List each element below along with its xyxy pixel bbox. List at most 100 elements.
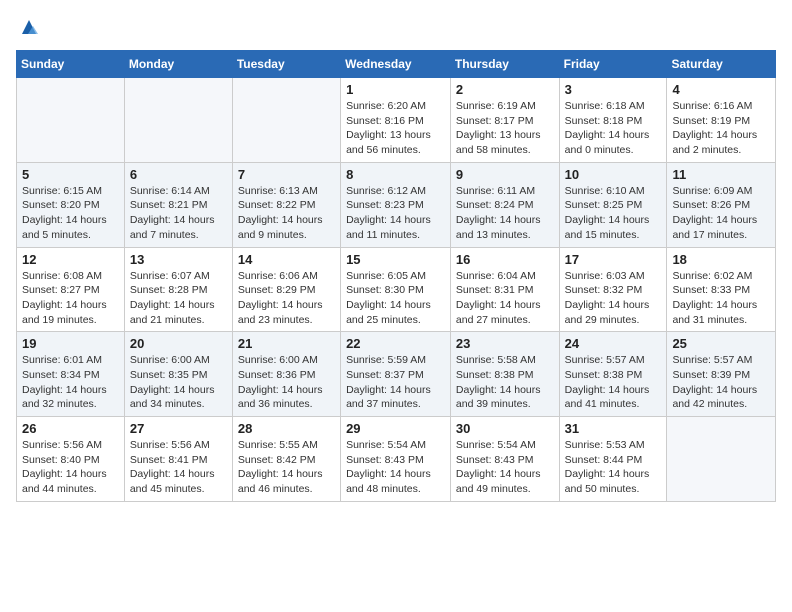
sunrise-info: Sunrise: 6:12 AM [346, 184, 445, 199]
daylight-hours: Daylight: 14 hours [22, 467, 119, 482]
sunrise-info: Sunrise: 6:18 AM [565, 99, 662, 114]
calendar-cell: 19Sunrise: 6:01 AMSunset: 8:34 PMDayligh… [17, 332, 125, 417]
day-number: 19 [22, 336, 119, 351]
day-number: 9 [456, 167, 554, 182]
sunrise-info: Sunrise: 5:58 AM [456, 353, 554, 368]
calendar-cell: 7Sunrise: 6:13 AMSunset: 8:22 PMDaylight… [232, 162, 340, 247]
day-info: Sunrise: 6:10 AMSunset: 8:25 PMDaylight:… [565, 184, 662, 243]
daylight-hours: Daylight: 14 hours [346, 213, 445, 228]
calendar-cell: 2Sunrise: 6:19 AMSunset: 8:17 PMDaylight… [450, 78, 559, 163]
daylight-hours: Daylight: 14 hours [130, 383, 227, 398]
calendar-cell: 5Sunrise: 6:15 AMSunset: 8:20 PMDaylight… [17, 162, 125, 247]
daylight-hours: Daylight: 13 hours [346, 128, 445, 143]
sunset-info: Sunset: 8:41 PM [130, 453, 227, 468]
daylight-hours: Daylight: 14 hours [565, 298, 662, 313]
day-info: Sunrise: 5:53 AMSunset: 8:44 PMDaylight:… [565, 438, 662, 497]
week-row-5: 26 Sunrise: 5:56 AMSunset: 8:40 PMDayligh… [17, 417, 776, 502]
calendar-cell: 25Sunrise: 5:57 AMSunset: 8:39 PMDayligh… [667, 332, 776, 417]
day-info-continuation: and 29 minutes. [565, 313, 662, 328]
calendar-cell [17, 78, 125, 163]
daylight-hours: Daylight: 14 hours [565, 467, 662, 482]
sunrise-info: Sunrise: 6:19 AM [456, 99, 554, 114]
day-info: Sunrise: 6:16 AMSunset: 8:19 PMDaylight:… [672, 99, 770, 158]
sunset-info: Sunset: 8:20 PM [22, 198, 119, 213]
daylight-hours: Daylight: 14 hours [346, 383, 445, 398]
weekday-header-tuesday: Tuesday [232, 51, 340, 78]
weekday-header-monday: Monday [124, 51, 232, 78]
day-info: Sunrise: 5:54 AMSunset: 8:43 PMDaylight:… [456, 438, 554, 497]
day-info-continuation: and 2 minutes. [672, 143, 770, 158]
daylight-hours: Daylight: 14 hours [456, 383, 554, 398]
calendar-cell: 31 Sunrise: 5:53 AMSunset: 8:44 PMDayligh… [559, 417, 667, 502]
day-info-continuation: and 46 minutes. [238, 482, 335, 497]
sunset-info: Sunset: 8:26 PM [672, 198, 770, 213]
day-number: 10 [565, 167, 662, 182]
calendar-cell: 14Sunrise: 6:06 AMSunset: 8:29 PMDayligh… [232, 247, 340, 332]
sunset-info: Sunset: 8:24 PM [456, 198, 554, 213]
week-row-3: 12Sunrise: 6:08 AMSunset: 8:27 PMDayligh… [17, 247, 776, 332]
sunset-info: Sunset: 8:23 PM [346, 198, 445, 213]
day-info: Sunrise: 6:15 AMSunset: 8:20 PMDaylight:… [22, 184, 119, 243]
day-info: Sunrise: 6:07 AMSunset: 8:28 PMDaylight:… [130, 269, 227, 328]
day-info-continuation: and 11 minutes. [346, 228, 445, 243]
daylight-hours: Daylight: 14 hours [672, 383, 770, 398]
day-info: Sunrise: 6:00 AMSunset: 8:35 PMDaylight:… [130, 353, 227, 412]
calendar-cell: 24Sunrise: 5:57 AMSunset: 8:38 PMDayligh… [559, 332, 667, 417]
daylight-hours: Daylight: 14 hours [130, 467, 227, 482]
logo-text [16, 16, 40, 38]
calendar-cell: 22Sunrise: 5:59 AMSunset: 8:37 PMDayligh… [341, 332, 451, 417]
day-info: Sunrise: 5:58 AMSunset: 8:38 PMDaylight:… [456, 353, 554, 412]
calendar-cell: 11Sunrise: 6:09 AMSunset: 8:26 PMDayligh… [667, 162, 776, 247]
sunrise-info: Sunrise: 6:00 AM [238, 353, 335, 368]
day-info: Sunrise: 6:20 AMSunset: 8:16 PMDaylight:… [346, 99, 445, 158]
sunrise-info: Sunrise: 6:04 AM [456, 269, 554, 284]
sunrise-info: Sunrise: 6:16 AM [672, 99, 770, 114]
weekday-header-friday: Friday [559, 51, 667, 78]
day-info-continuation: and 45 minutes. [130, 482, 227, 497]
calendar-cell: 8Sunrise: 6:12 AMSunset: 8:23 PMDaylight… [341, 162, 451, 247]
daylight-hours: Daylight: 14 hours [238, 383, 335, 398]
calendar-cell: 30Sunrise: 5:54 AMSunset: 8:43 PMDayligh… [450, 417, 559, 502]
calendar-cell: 17Sunrise: 6:03 AMSunset: 8:32 PMDayligh… [559, 247, 667, 332]
day-number: 2 [456, 82, 554, 97]
day-info: Sunrise: 5:56 AMSunset: 8:40 PMDaylight:… [22, 438, 119, 497]
logo [16, 16, 40, 38]
day-info-continuation: and 25 minutes. [346, 313, 445, 328]
calendar-cell: 23Sunrise: 5:58 AMSunset: 8:38 PMDayligh… [450, 332, 559, 417]
sunrise-info: Sunrise: 6:10 AM [565, 184, 662, 199]
day-info-continuation: and 17 minutes. [672, 228, 770, 243]
day-info-continuation: and 5 minutes. [22, 228, 119, 243]
day-number: 28 [238, 421, 335, 436]
sunset-info: Sunset: 8:44 PM [565, 453, 662, 468]
day-info: Sunrise: 6:08 AMSunset: 8:27 PMDaylight:… [22, 269, 119, 328]
sunset-info: Sunset: 8:35 PM [130, 368, 227, 383]
calendar-cell: 18Sunrise: 6:02 AMSunset: 8:33 PMDayligh… [667, 247, 776, 332]
day-info-continuation: and 27 minutes. [456, 313, 554, 328]
sunrise-info: Sunrise: 6:08 AM [22, 269, 119, 284]
day-info-continuation: and 42 minutes. [672, 397, 770, 412]
weekday-header-saturday: Saturday [667, 51, 776, 78]
calendar-cell [124, 78, 232, 163]
day-info-continuation: and 23 minutes. [238, 313, 335, 328]
day-info-continuation: and 13 minutes. [456, 228, 554, 243]
sunrise-info: Sunrise: 6:20 AM [346, 99, 445, 114]
sunset-info: Sunset: 8:17 PM [456, 114, 554, 129]
calendar-cell: 26 Sunrise: 5:56 AMSunset: 8:40 PMDayligh… [17, 417, 125, 502]
sunrise-info: Sunrise: 5:54 AM [346, 438, 445, 453]
day-info-continuation: and 31 minutes. [672, 313, 770, 328]
day-info: Sunrise: 5:54 AMSunset: 8:43 PMDaylight:… [346, 438, 445, 497]
day-info-continuation: and 36 minutes. [238, 397, 335, 412]
day-info: Sunrise: 6:00 AMSunset: 8:36 PMDaylight:… [238, 353, 335, 412]
sunset-info: Sunset: 8:32 PM [565, 283, 662, 298]
sunrise-info: Sunrise: 6:15 AM [22, 184, 119, 199]
sunrise-info: Sunrise: 5:55 AM [238, 438, 335, 453]
sunset-info: Sunset: 8:29 PM [238, 283, 335, 298]
day-number: 7 [238, 167, 335, 182]
daylight-hours: Daylight: 14 hours [22, 213, 119, 228]
sunset-info: Sunset: 8:25 PM [565, 198, 662, 213]
sunrise-info: Sunrise: 5:56 AM [130, 438, 227, 453]
sunset-info: Sunset: 8:30 PM [346, 283, 445, 298]
day-number: 31 [565, 421, 662, 436]
sunset-info: Sunset: 8:18 PM [565, 114, 662, 129]
day-number: 26 [22, 421, 119, 436]
